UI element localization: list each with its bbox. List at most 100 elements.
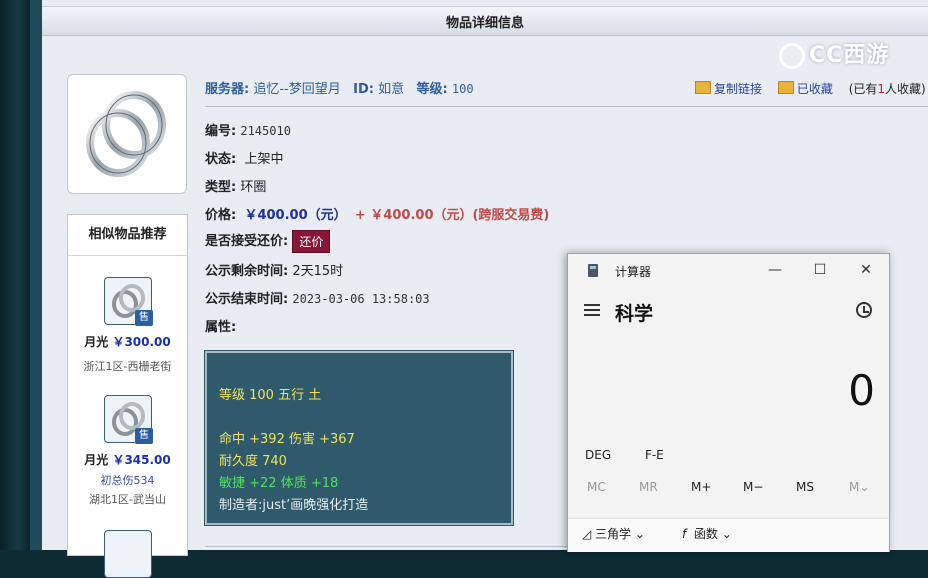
calculator-window: 计算器 — ☐ ✕ 科学 0 DEG F-E MC MR M+ M− MS M⌄… <box>567 253 890 552</box>
attr-hit-damage: 命中 +392 伤害 +367 <box>219 432 355 447</box>
sold-badge: 售 <box>135 310 153 326</box>
similar-item-2-image[interactable]: 售 <box>104 395 153 444</box>
attributes-label: 属性: <box>205 320 237 335</box>
similar-item-1-title[interactable]: 月光 ￥300.00 <box>68 333 187 350</box>
chevron-down-icon: ⌄ <box>717 527 732 541</box>
left-background-strip <box>0 0 30 550</box>
maximize-button[interactable]: ☐ <box>810 260 830 280</box>
close-button[interactable]: ✕ <box>856 260 876 280</box>
memory-subtract-button[interactable]: M− <box>743 480 763 494</box>
id-value: 如意 <box>378 82 405 97</box>
attr-durability: 耐久度 740 <box>219 454 287 469</box>
level-label: 等级: <box>416 82 448 97</box>
similar-item-2-title[interactable]: 月光 ￥345.00 <box>68 451 187 468</box>
number-value: 2145010 <box>240 124 291 138</box>
similar-item-server: 湖北1区-武当山 <box>89 493 166 506</box>
end-time-label: 公示结束时间: <box>205 292 289 307</box>
trig-dropdown[interactable]: ◿ 三角学 ⌄ <box>582 525 645 542</box>
memory-recall-button[interactable]: MR <box>639 480 658 494</box>
fe-button[interactable]: F-E <box>645 448 664 462</box>
attr-maker: 制造者:just’画晚强化打造 <box>219 498 369 513</box>
calculator-title: 计算器 <box>615 265 652 279</box>
server-value: 追忆--梦回望月 <box>253 82 341 97</box>
type-row: 类型: 环圈 <box>205 176 266 195</box>
folder-plus-icon <box>777 81 794 94</box>
fav-num: 1 <box>877 82 886 96</box>
end-time-row: 公示结束时间: 2023-03-06 13:58:03 <box>205 288 430 307</box>
bottom-divider <box>205 546 605 547</box>
level-value: 100 <box>451 82 474 96</box>
function-icon: f <box>682 527 687 541</box>
end-time-value: 2023-03-06 13:58:03 <box>292 292 430 306</box>
similar-item-stat: 初总伤534 <box>100 474 155 487</box>
id-label: ID: <box>353 82 374 97</box>
calculator-icon <box>588 264 598 277</box>
favorited-button[interactable]: 已收藏 <box>777 81 833 96</box>
status-value: 上架中 <box>244 152 284 167</box>
similar-items-panel: 相似物品推荐 售 月光 ￥300.00 浙江1区-西栅老街 售 月光 ￥345.… <box>67 214 188 578</box>
status-row: 状态: 上架中 <box>205 148 283 167</box>
ring-icon <box>86 91 166 177</box>
attr-level-element: 等级 100 五行 土 <box>219 388 322 403</box>
copy-link-button[interactable]: 复制链接 <box>695 81 763 96</box>
sold-badge: 售 <box>135 428 153 444</box>
calculator-display: 0 <box>848 366 875 415</box>
left-frame <box>30 0 42 550</box>
triangle-ruler-icon: ◿ <box>582 527 596 541</box>
function-dropdown[interactable]: f 函数 ⌄ <box>682 525 732 542</box>
bargain-row: 是否接受还价: 还价 <box>205 230 331 253</box>
memory-add-button[interactable]: M+ <box>691 480 711 494</box>
cross-server-fee: + ￥400.00（元）(跨服交易费) <box>354 208 550 223</box>
angle-row: DEG F-E <box>585 448 694 462</box>
calculator-mode-title: 科学 <box>615 303 654 325</box>
similar-item-name: 月光 <box>84 453 109 467</box>
similar-item-3-image[interactable] <box>104 530 152 578</box>
calculator-mode-row: 科学 <box>568 296 889 328</box>
memory-list-button[interactable]: M⌄ <box>849 480 869 494</box>
server-label: 服务器: <box>205 82 250 97</box>
similar-item-name: 月光 <box>84 335 109 349</box>
number-row: 编号: 2145010 <box>205 120 291 139</box>
bargain-label: 是否接受还价: <box>205 234 289 249</box>
item-image <box>67 74 187 194</box>
history-icon[interactable] <box>856 302 872 318</box>
remaining-value: 2天15时 <box>292 264 344 279</box>
number-label: 编号: <box>205 124 237 139</box>
favorite-count: (已有1人收藏) <box>849 82 926 96</box>
memory-clear-button[interactable]: MC <box>587 480 606 494</box>
memory-store-button[interactable]: MS <box>796 480 814 494</box>
cc-logo: CC西游 <box>779 37 928 69</box>
function-label: 函数 <box>693 527 718 541</box>
minimize-button[interactable]: — <box>765 260 785 280</box>
price-row: 价格: ￥400.00（元） + ￥400.00（元）(跨服交易费) <box>205 204 549 223</box>
remaining-label: 公示剩余时间: <box>205 264 289 279</box>
hamburger-menu-icon[interactable] <box>584 304 600 316</box>
remaining-row: 公示剩余时间: 2天15时 <box>205 260 343 279</box>
trig-label: 三角学 <box>595 527 632 541</box>
copy-link-label: 复制链接 <box>714 82 763 96</box>
deg-button[interactable]: DEG <box>585 448 611 462</box>
bargain-button[interactable]: 还价 <box>292 230 331 253</box>
chevron-down-icon: ⌄ <box>631 527 645 541</box>
similar-item-server: 浙江1区-西栅老街 <box>83 360 172 373</box>
similar-item-price: ￥300.00 <box>112 335 171 349</box>
similar-item-price: ￥345.00 <box>112 453 171 467</box>
server-row: 服务器: 追忆--梦回望月 ID: 如意 等级: 100 <box>205 78 474 97</box>
calculator-titlebar[interactable]: 计算器 — ☐ ✕ <box>568 254 889 288</box>
price-value: ￥400.00（元） <box>244 208 347 223</box>
status-label: 状态: <box>205 152 237 167</box>
similar-item-1-image[interactable]: 售 <box>104 277 153 326</box>
attr-agility-constitution: 敏捷 +22 体质 +18 <box>219 476 339 491</box>
logo-icon <box>779 43 805 69</box>
similar-items-title: 相似物品推荐 <box>68 215 187 256</box>
logo-text: CC西游 <box>809 43 890 68</box>
fav-suffix: 人收藏) <box>885 82 926 96</box>
attributes-row: 属性: <box>205 316 236 335</box>
price-label: 价格: <box>205 208 237 223</box>
page-title: 物品详细信息 <box>445 16 524 31</box>
attributes-box: 等级 100 五行 土 命中 +392 伤害 +367 耐久度 740 敏捷 +… <box>205 351 513 525</box>
favorited-label: 已收藏 <box>796 82 833 96</box>
function-row: ◿ 三角学 ⌄ f 函数 ⌄ <box>568 518 889 552</box>
folder-icon <box>695 81 711 94</box>
memory-row: MC MR M+ M− MS M⌄ <box>568 480 889 500</box>
